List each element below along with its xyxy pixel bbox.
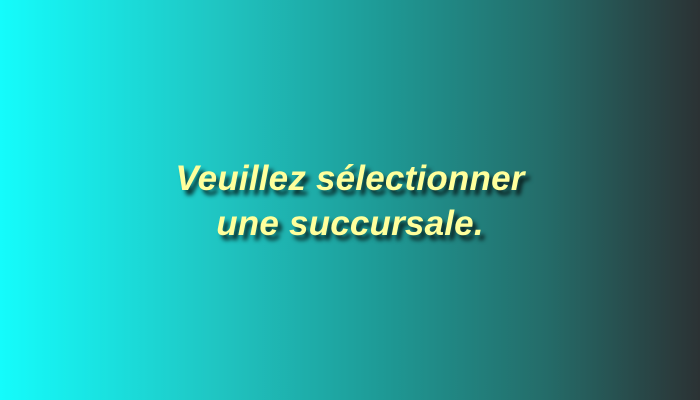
message-line-1: Veuillez sélectionner xyxy=(175,159,525,198)
branch-selection-screen: Veuillez sélectionner une succursale. xyxy=(0,0,700,400)
select-branch-message: Veuillez sélectionner une succursale. xyxy=(0,156,700,246)
message-line-2: une succursale. xyxy=(216,204,484,243)
